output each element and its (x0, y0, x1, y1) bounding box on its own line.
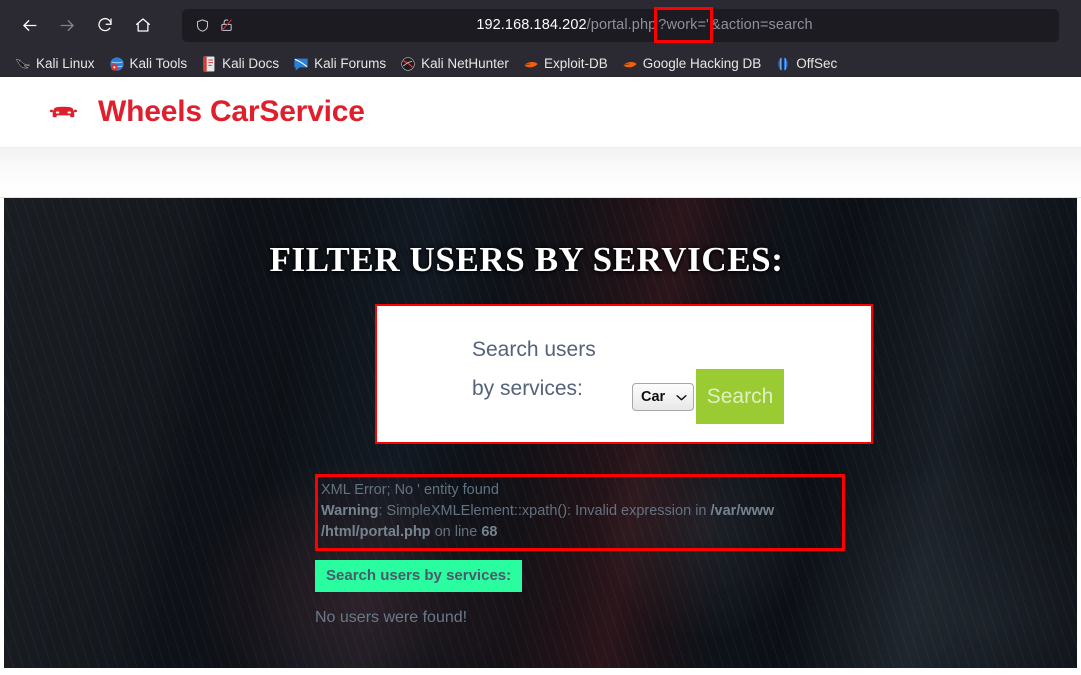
warning-line-number: 68 (481, 524, 498, 540)
bookmark-label: Exploit-DB (543, 56, 608, 71)
brand-name: Wheels CarService (98, 95, 365, 128)
bookmark-label: Google Hacking DB (642, 56, 762, 71)
php-error-box: XML Error; No ' entity found Warning: Si… (315, 474, 845, 551)
shield-icon[interactable] (192, 15, 212, 35)
kali-tools-icon (109, 56, 125, 72)
kali-nethunter-icon (400, 56, 416, 72)
browser-toolbar: 192.168.184.202/portal.php ?work=' &action… (0, 0, 1081, 50)
bookmark-label: Kali Linux (36, 56, 95, 71)
url-text[interactable]: 192.168.184.202/portal.php ?work=' &action… (240, 7, 1049, 43)
xml-error-line: XML Error; No ' entity found (321, 482, 499, 498)
url-injected-query-highlight: ?work=' (654, 7, 713, 43)
search-card: Search users by services: Car Search (375, 304, 873, 444)
warning-message: : SimpleXMLElement::xpath(): Invalid exp… (378, 503, 711, 519)
bookmark-label: Kali Docs (222, 56, 280, 71)
search-label: Search users by services: (472, 338, 596, 400)
no-users-message: No users were found! (315, 609, 468, 626)
warning-online-text: on line (430, 524, 482, 540)
warning-path-part2: /html/portal.php (321, 524, 431, 540)
bookmark-kali-linux[interactable]: Kali Linux (8, 53, 102, 75)
bookmark-exploit-db[interactable]: Exploit-DB (516, 53, 615, 75)
lock-broken-icon[interactable] (216, 15, 236, 35)
php-warning-line: Warning: SimpleXMLElement::xpath(): Inva… (321, 501, 836, 522)
kali-docs-icon (201, 55, 217, 72)
results-banner: Search users by services: (315, 560, 523, 592)
site-navbar (0, 148, 1081, 198)
back-button[interactable] (12, 8, 46, 42)
hero-section: FILTER USERS BY SERVICES: Search users b… (4, 198, 1077, 668)
php-warning-line-2: /html/portal.php on line 68 (321, 522, 836, 543)
offsec-icon (775, 56, 791, 72)
page-bottom-edge (0, 671, 1081, 675)
search-results: XML Error; No ' entity found Warning: Si… (315, 474, 875, 627)
url-bar[interactable]: 192.168.184.202/portal.php ?work=' &action… (182, 7, 1059, 43)
reload-button[interactable] (88, 8, 122, 42)
url-query-rest: &action=search (710, 17, 813, 33)
forward-button[interactable] (50, 8, 84, 42)
site-header: Wheels CarService (0, 77, 1081, 148)
url-host: 192.168.184.202 (476, 17, 587, 33)
home-button[interactable] (126, 8, 160, 42)
kali-forums-icon (293, 56, 309, 72)
url-path: /portal.php (586, 17, 657, 33)
bookmark-label: OffSec (796, 56, 838, 71)
brand-logo[interactable]: Wheels CarService (48, 95, 365, 129)
warning-keyword: Warning (321, 503, 379, 519)
warning-path-part1: /var/www (710, 503, 775, 519)
bookmark-kali-forums[interactable]: Kali Forums (286, 53, 393, 75)
bookmark-label: Kali Forums (314, 56, 387, 71)
exploit-db-icon (523, 56, 539, 72)
web-page: Wheels CarService FILTER USERS BY SERVIC… (0, 77, 1081, 675)
bookmark-kali-nethunter[interactable]: Kali NetHunter (393, 53, 516, 75)
car-icon (48, 101, 82, 123)
bookmark-label: Kali Tools (129, 56, 188, 71)
kali-dragon-icon (15, 56, 31, 72)
bookmark-offsec[interactable]: OffSec (768, 53, 844, 75)
search-button[interactable]: Search (696, 369, 784, 424)
bookmark-kali-tools[interactable]: Kali Tools (102, 53, 195, 75)
bookmark-google-hacking-db[interactable]: Google Hacking DB (615, 53, 769, 75)
google-hacking-db-icon (622, 56, 638, 72)
browser-chrome: 192.168.184.202/portal.php ?work=' &action… (0, 0, 1081, 77)
bookmark-kali-docs[interactable]: Kali Docs (194, 53, 286, 75)
page-title: FILTER USERS BY SERVICES: (269, 240, 784, 279)
service-select-wrapper[interactable]: Car (632, 382, 694, 411)
service-select[interactable]: Car (632, 382, 694, 411)
bookmarks-bar: Kali Linux Kali Tools Kali Docs Kali For… (0, 50, 1081, 77)
bookmark-label: Kali NetHunter (421, 56, 509, 71)
